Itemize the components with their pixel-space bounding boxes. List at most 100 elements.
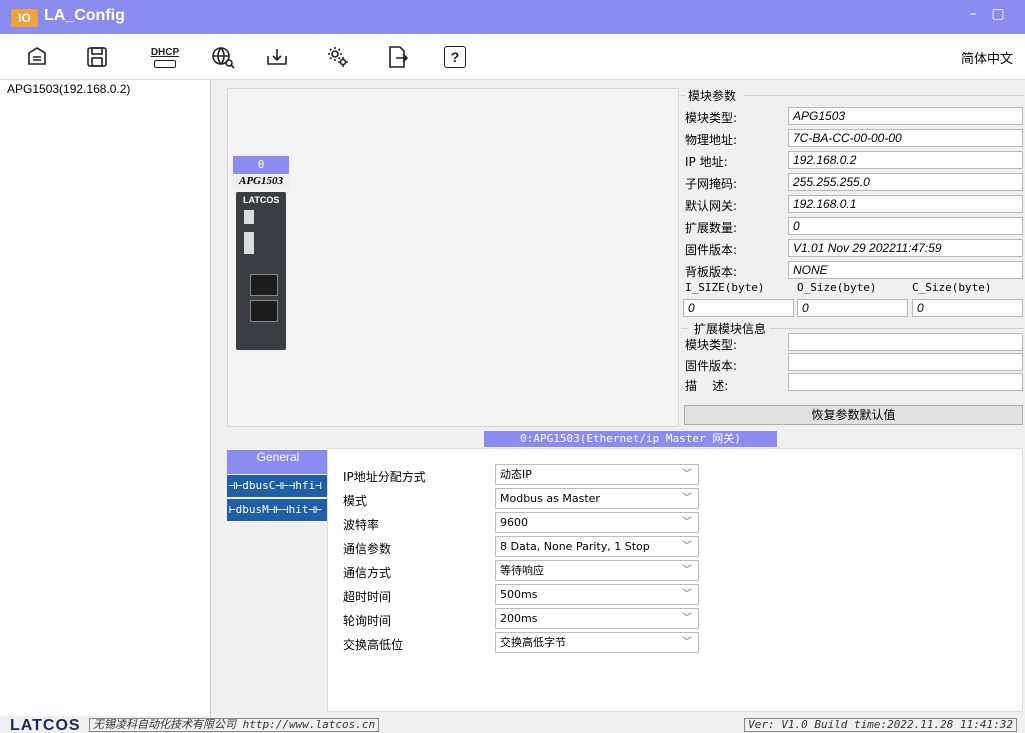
- ethernet-port: [250, 300, 278, 322]
- module-graphic[interactable]: 0 APG1503 LATCOS: [233, 156, 289, 352]
- param-value: V1.01 Nov 29 202211:47:59: [788, 239, 1023, 257]
- dhcp-label: DHCP: [150, 46, 180, 58]
- size-header: C_Size(byte): [912, 281, 992, 294]
- chevron-down-icon: ﹀: [682, 517, 692, 528]
- save-icon[interactable]: [81, 42, 113, 72]
- tab-general[interactable]: General: [227, 450, 327, 474]
- company-info: 无锡凌科自动化技术有限公司 http://www.latcos.cn: [89, 718, 380, 732]
- select-value: 等待响应: [500, 564, 544, 577]
- param-value: 7C-BA-CC-00-00-00: [788, 129, 1023, 147]
- ip-mode-select[interactable]: 动态IP ﹀: [495, 464, 699, 485]
- select-value: 500ms: [500, 588, 538, 601]
- byte-swap-select[interactable]: 交换高低字节 ﹀: [495, 632, 699, 653]
- i-size-field[interactable]: 0: [683, 299, 794, 317]
- config-label: IP地址分配方式: [343, 470, 426, 484]
- device-tree: APG1503(192.168.0.2): [0, 80, 211, 716]
- chevron-down-icon: ﹀: [682, 637, 692, 648]
- c-size-field[interactable]: 0: [912, 299, 1023, 317]
- mode-select[interactable]: Modbus as Master ﹀: [495, 488, 699, 509]
- ext-group-title: 扩展模块信息: [694, 322, 767, 336]
- param-value: 192.168.0.1: [788, 195, 1023, 213]
- footer-logo: LATCOS: [10, 717, 81, 733]
- size-header: I_SIZE(byte): [685, 281, 765, 294]
- param-label: 扩展数量:: [685, 221, 738, 235]
- scan-icon[interactable]: [21, 42, 53, 72]
- param-value: APG1503: [788, 107, 1023, 125]
- comm-mode-select[interactable]: 等待响应 ﹀: [495, 560, 699, 581]
- title-bar: IO LA_Config – ▢: [0, 0, 1025, 34]
- select-value: 动态IP: [500, 468, 532, 481]
- help-label: ?: [444, 46, 466, 68]
- module-name: APG1503: [233, 175, 289, 191]
- module-body: LATCOS: [236, 192, 286, 350]
- baud-rate-select[interactable]: 9600 ﹀: [495, 512, 699, 533]
- network-search-icon[interactable]: [207, 42, 239, 72]
- ethernet-port: [250, 274, 278, 296]
- maximize-button[interactable]: ▢: [988, 6, 1008, 22]
- ext-label: 固件版本:: [685, 359, 738, 373]
- config-label: 轮询时间: [343, 614, 392, 628]
- config-label: 通信参数: [343, 542, 392, 556]
- dhcp-icon[interactable]: DHCP: [149, 42, 181, 72]
- slot-number: 0: [233, 156, 289, 174]
- param-label: 子网掩码:: [685, 177, 738, 191]
- param-value: 192.168.0.2: [788, 151, 1023, 169]
- download-icon[interactable]: [261, 42, 293, 72]
- ext-label: 模块类型:: [685, 338, 738, 352]
- select-value: 8 Data, None Parity, 1 Stop: [500, 540, 650, 553]
- chevron-down-icon: ﹀: [682, 469, 692, 480]
- param-label: 默认网关:: [685, 199, 738, 213]
- config-label: 波特率: [343, 518, 380, 532]
- chevron-down-icon: ﹀: [682, 589, 692, 600]
- device-view: [227, 88, 679, 427]
- timeout-select[interactable]: 500ms ﹀: [495, 584, 699, 605]
- tree-item[interactable]: APG1503(192.168.0.2): [7, 82, 130, 96]
- param-value: NONE: [788, 261, 1023, 279]
- ext-value: [788, 373, 1023, 391]
- language-selector[interactable]: 简体中文: [961, 48, 1013, 67]
- group-border: [744, 95, 1024, 96]
- app-window: IO LA_Config – ▢ DHCP ? 简体中文 APG1503(192…: [0, 0, 1025, 733]
- param-value: 255.255.255.0: [788, 173, 1023, 191]
- ext-value: [788, 333, 1023, 351]
- selected-module-strip: 0:APG1503(Ethernet/ip Master 网关): [484, 431, 777, 447]
- config-label: 交换高低位: [343, 638, 404, 652]
- param-label: 物理地址:: [685, 133, 738, 147]
- o-size-field[interactable]: 0: [797, 299, 908, 317]
- config-label: 模式: [343, 494, 368, 508]
- toolbar: DHCP ? 简体中文: [0, 34, 1025, 80]
- version-info: Ver: V1.0 Build time:2022.11.28 11:41:32: [744, 718, 1017, 732]
- tab-modbus-m[interactable]: ⊢dbusM⊣⊢⊣hit⊣⊢: [227, 499, 327, 521]
- group-border: [681, 328, 688, 329]
- select-value: 200ms: [500, 612, 538, 625]
- config-label: 通信方式: [343, 566, 392, 580]
- config-label: 超时时间: [343, 590, 392, 604]
- settings-icon[interactable]: [322, 42, 354, 72]
- module-switch: [244, 210, 254, 224]
- window-title: LA_Config: [44, 7, 125, 24]
- chevron-down-icon: ﹀: [682, 565, 692, 576]
- minimize-button[interactable]: –: [963, 6, 983, 22]
- comm-params-select[interactable]: 8 Data, None Parity, 1 Stop ﹀: [495, 536, 699, 557]
- param-value: 0: [788, 217, 1023, 235]
- tab-modbus-c[interactable]: ⊣⊢dbusC⊣⊢⊣hfi⊣: [227, 475, 327, 497]
- size-header: O_Size(byte): [797, 281, 877, 294]
- params-group-title: 模块参数: [688, 89, 737, 103]
- app-logo: IO: [11, 9, 38, 27]
- restore-defaults-button[interactable]: 恢复参数默认值: [684, 405, 1023, 425]
- chevron-down-icon: ﹀: [682, 541, 692, 552]
- group-border: [681, 95, 685, 96]
- param-label: IP 地址:: [685, 155, 728, 169]
- module-switch: [244, 232, 254, 254]
- group-border: [770, 328, 1024, 329]
- chevron-down-icon: ﹀: [682, 493, 692, 504]
- select-value: Modbus as Master: [500, 492, 600, 505]
- ext-value: [788, 353, 1023, 371]
- export-icon[interactable]: [381, 42, 413, 72]
- poll-time-select[interactable]: 200ms ﹀: [495, 608, 699, 629]
- select-value: 9600: [500, 516, 528, 529]
- ext-label: 描 述:: [685, 379, 729, 393]
- param-label: 模块类型:: [685, 111, 738, 125]
- select-value: 交换高低字节: [500, 636, 566, 649]
- help-icon[interactable]: ?: [439, 42, 471, 72]
